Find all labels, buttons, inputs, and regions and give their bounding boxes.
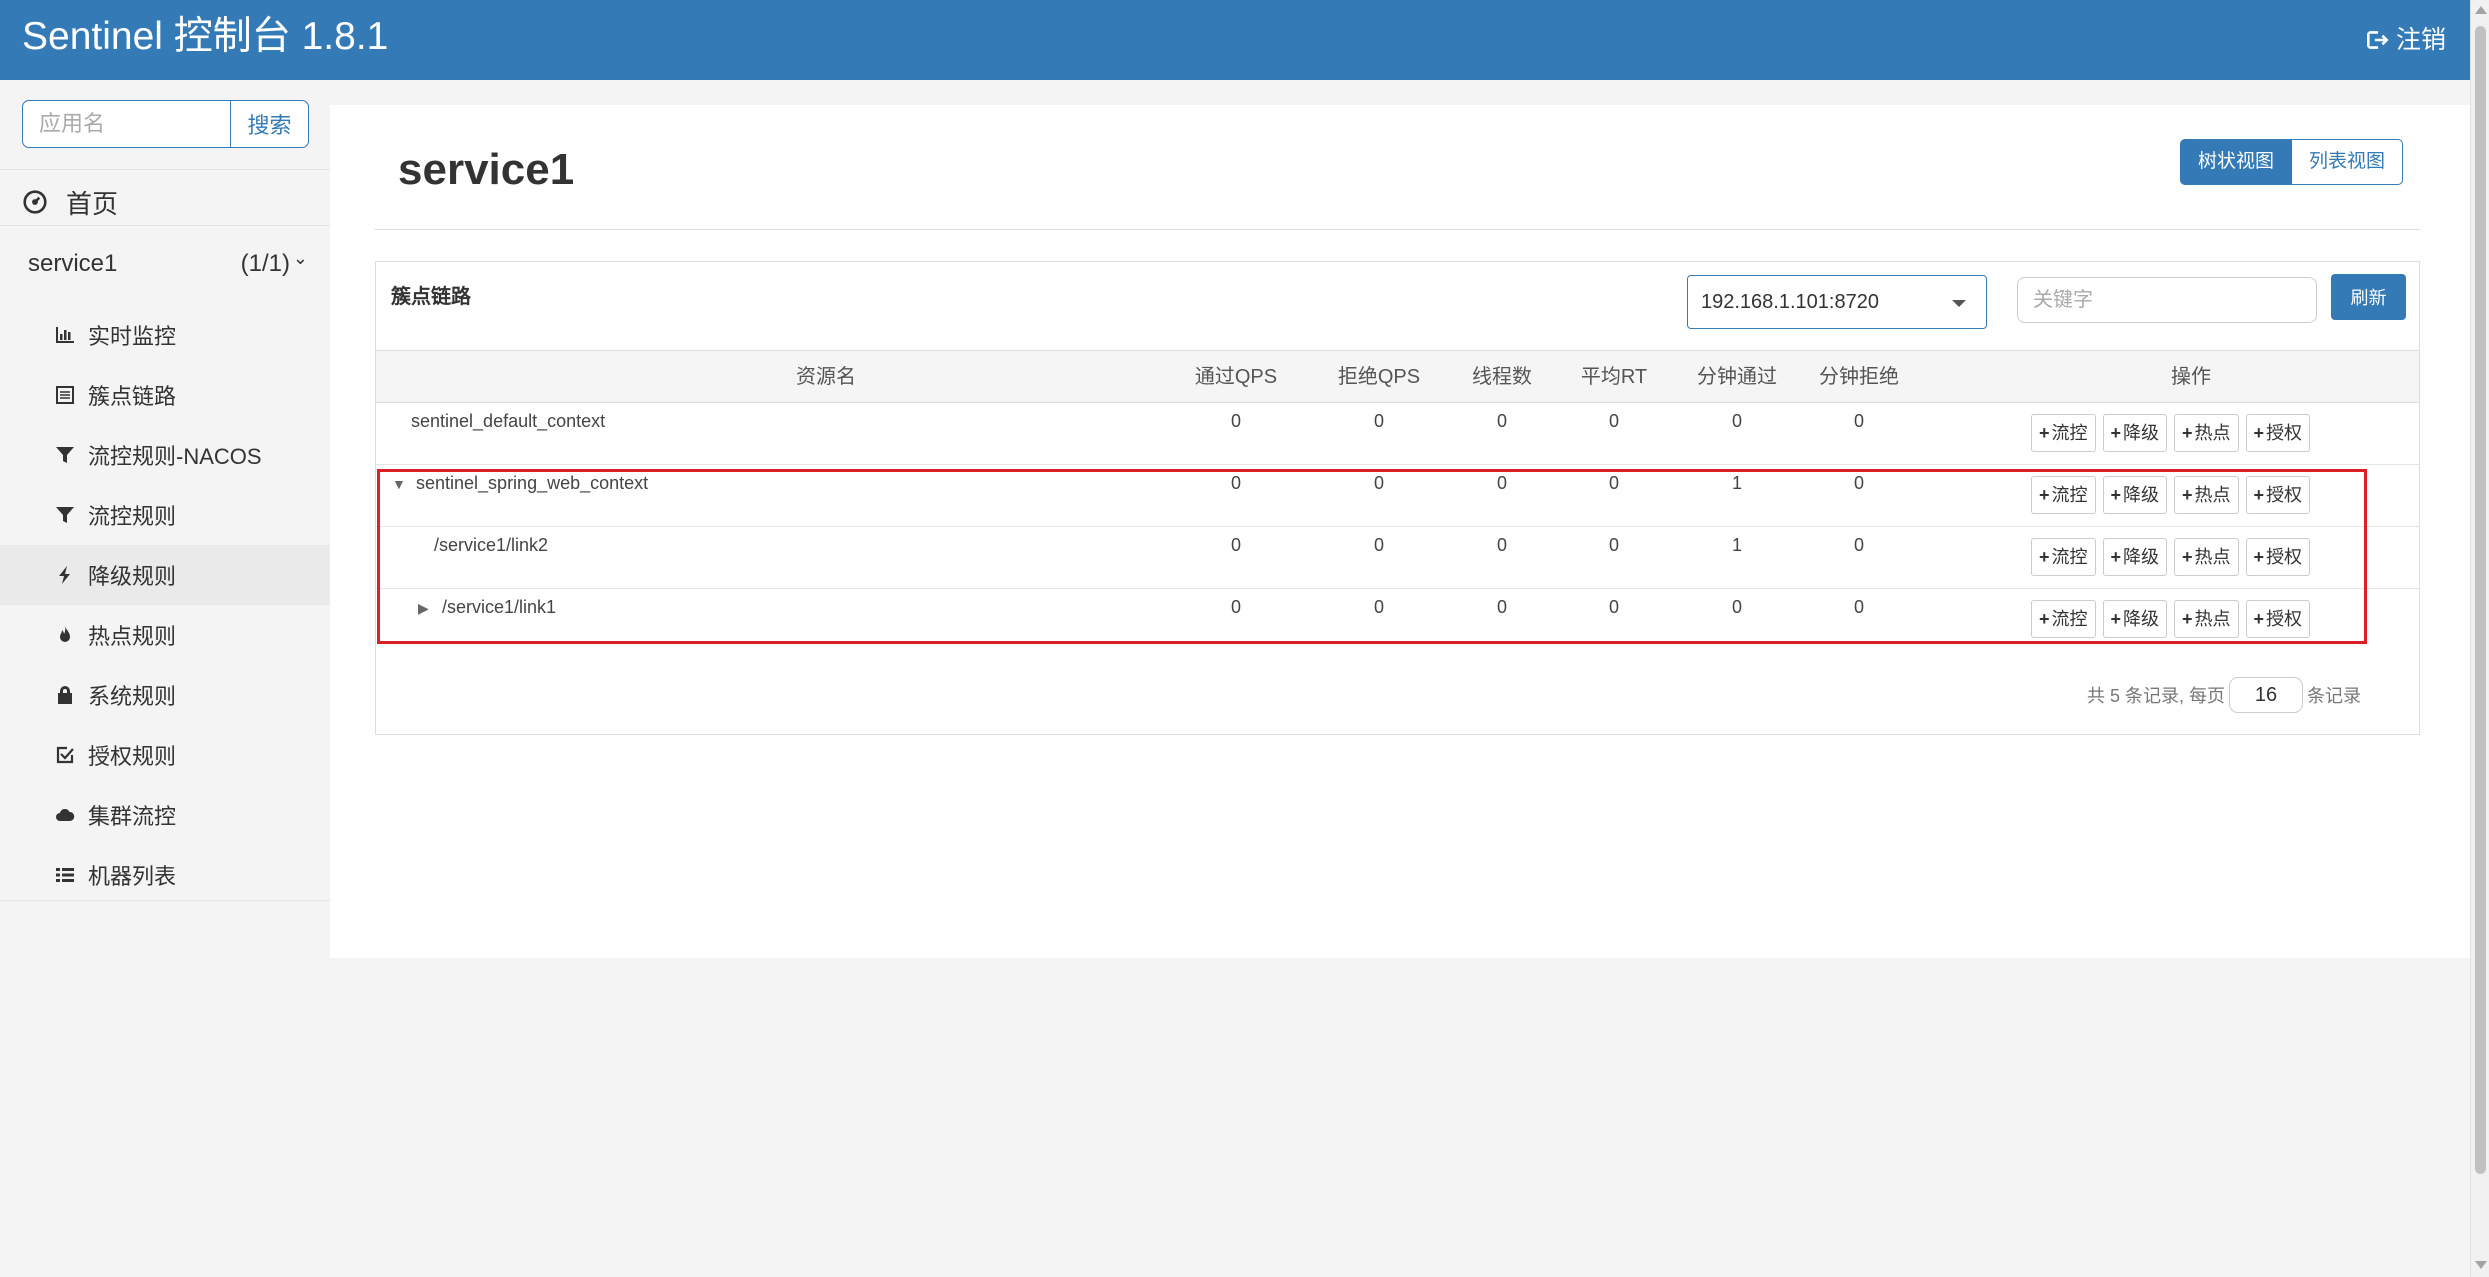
plus-icon: + xyxy=(2110,423,2122,443)
threads-cell: 0 xyxy=(1496,411,1507,431)
machine-select[interactable]: 192.168.1.101:8720 xyxy=(1687,275,1987,329)
sidebar-divider xyxy=(0,900,330,901)
sidebar-item-cluster-link[interactable]: 簇点链路 xyxy=(0,365,330,425)
th-list-icon xyxy=(54,864,76,886)
keyword-input[interactable] xyxy=(2017,277,2317,323)
cloud-icon xyxy=(54,804,76,826)
sidebar-item-label: 集群流控 xyxy=(88,804,177,829)
top-navbar: Sentinel 控制台 1.8.1 注销 xyxy=(0,0,2470,80)
add-degrade-rule-button[interactable]: + 降级 xyxy=(2102,414,2168,452)
minute-pass-cell: 0 xyxy=(1731,411,1742,431)
view-toggle-group: 树状视图 列表视图 xyxy=(2180,139,2404,185)
brand-title[interactable]: Sentinel 控制台 1.8.1 xyxy=(22,14,388,60)
sidebar-item-degrade-rules[interactable]: 降级规则 xyxy=(0,545,330,605)
sidebar-divider xyxy=(0,225,330,226)
plus-icon: + xyxy=(2039,423,2050,443)
page-title: service1 xyxy=(398,145,575,194)
app-search-button[interactable]: 搜索 xyxy=(230,100,309,148)
title-divider xyxy=(375,229,2420,230)
sidebar-divider xyxy=(0,169,330,170)
sidebar-item-label: 实时监控 xyxy=(88,324,177,349)
scroll-thumb[interactable] xyxy=(2475,26,2486,1174)
scroll-up-arrow-icon[interactable] xyxy=(2475,6,2487,14)
scroll-down-arrow-icon[interactable] xyxy=(2475,1261,2487,1269)
flash-icon xyxy=(54,564,76,586)
pager-total-text: 共 5 条记录, 每页 xyxy=(2086,686,2225,706)
row-operations: + 流控 + 降级 + 热点 + 授权 xyxy=(2031,414,2311,452)
sidebar-menu: 实时监控 簇点链路 流控规则-NACOS 流控规则 降级规则 热点规则 系统规则… xyxy=(0,305,330,905)
op-label: 授权 xyxy=(2266,423,2303,443)
avg-rt-cell: 0 xyxy=(1608,411,1619,431)
sidebar-item-system-rules[interactable]: 系统规则 xyxy=(0,665,330,725)
card-title: 簇点链路 xyxy=(391,286,471,308)
bar-chart-icon xyxy=(54,324,76,346)
list-alt-icon xyxy=(54,384,76,406)
col-operations: 操作 xyxy=(2171,366,2211,388)
sidebar-item-hotspot-rules[interactable]: 热点规则 xyxy=(0,605,330,665)
pager-suffix-text: 条记录 xyxy=(2307,686,2361,706)
plus-icon: + xyxy=(2253,423,2265,443)
add-hotspot-rule-button[interactable]: + 热点 xyxy=(2174,414,2239,452)
page-size-input[interactable] xyxy=(2229,677,2303,713)
plus-icon: + xyxy=(2182,423,2193,443)
check-icon xyxy=(54,744,76,766)
sidebar-item-label: 流控规则 xyxy=(88,504,177,529)
chevron-down-icon: ⌄ xyxy=(292,248,308,268)
sidebar-app-service1[interactable]: service1 (1/1) ⌄ xyxy=(28,248,308,280)
caret-down-icon xyxy=(1952,300,1966,307)
machine-select-value: 192.168.1.101:8720 xyxy=(1701,291,1879,313)
add-authority-rule-button[interactable]: + 授权 xyxy=(2245,414,2311,452)
sidebar-item-home-label: 首页 xyxy=(66,188,119,219)
pagination: 共 5 条记录, 每页 条记录 xyxy=(2087,677,2361,713)
sidebar-item-authority-rules[interactable]: 授权规则 xyxy=(0,725,330,785)
app-search-input[interactable] xyxy=(22,100,230,148)
app-machine-count: (1/1) xyxy=(240,250,290,277)
sidebar-item-label: 流控规则-NACOS xyxy=(88,444,262,469)
minute-block-cell: 0 xyxy=(1853,411,1864,431)
app-name: service1 xyxy=(28,250,118,277)
app-search-group: 搜索 xyxy=(22,100,309,148)
tree-view-button[interactable]: 树状视图 xyxy=(2180,139,2293,185)
sidebar: 搜索 首页 service1 (1/1) ⌄ 实时监控 簇点链路 xyxy=(0,80,330,1277)
sidebar-item-flow-rules[interactable]: 流控规则 xyxy=(0,485,330,545)
op-label: 热点 xyxy=(2194,423,2231,443)
sidebar-item-label: 簇点链路 xyxy=(88,384,177,409)
sidebar-item-cluster-flow[interactable]: 集群流控 xyxy=(0,785,330,845)
page-scrollbar[interactable] xyxy=(2470,0,2489,1277)
block-qps-cell: 0 xyxy=(1373,411,1384,431)
sidebar-item-label: 机器列表 xyxy=(88,864,177,889)
sidebar-item-home[interactable]: 首页 xyxy=(22,182,118,222)
resource-name: sentinel_default_context xyxy=(411,411,606,431)
sidebar-item-flow-rules-nacos[interactable]: 流控规则-NACOS xyxy=(0,425,330,485)
sidebar-item-label: 系统规则 xyxy=(88,684,177,709)
refresh-button[interactable]: 刷新 xyxy=(2331,274,2406,320)
op-label: 降级 xyxy=(2123,423,2160,443)
list-view-button[interactable]: 列表视图 xyxy=(2292,139,2404,185)
highlight-annotation-box xyxy=(377,469,2367,644)
fire-icon xyxy=(54,624,76,646)
filter-icon xyxy=(54,444,76,466)
sidebar-item-label: 热点规则 xyxy=(88,624,177,649)
sidebar-item-realtime-monitor[interactable]: 实时监控 xyxy=(0,305,330,365)
lock-icon xyxy=(54,684,76,706)
sidebar-item-label: 降级规则 xyxy=(88,564,177,589)
add-flow-rule-button[interactable]: + 流控 xyxy=(2031,414,2096,452)
logout-label: 注销 xyxy=(2395,26,2446,54)
dashboard-icon xyxy=(23,190,47,214)
op-label: 流控 xyxy=(2051,423,2088,443)
filter-icon xyxy=(54,504,76,526)
sidebar-item-machine-list[interactable]: 机器列表 xyxy=(0,845,330,905)
logout-link[interactable]: 注销 xyxy=(2364,22,2446,58)
resource-name-cell: sentinel_default_context xyxy=(411,390,1111,452)
sidebar-item-label: 授权规则 xyxy=(88,744,177,769)
logout-icon xyxy=(2367,31,2389,49)
pass-qps-cell: 0 xyxy=(1230,411,1241,431)
